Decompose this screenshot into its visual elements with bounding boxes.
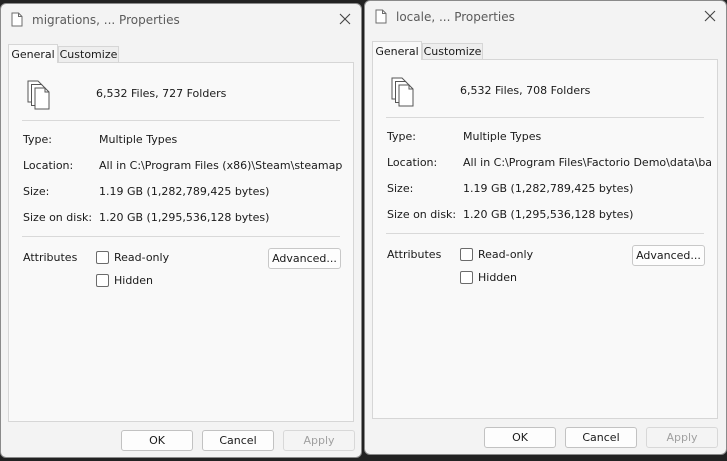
location-label: Location:: [23, 159, 74, 172]
separator: [22, 120, 340, 121]
size-on-disk-label: Size on disk:: [23, 211, 93, 224]
size-value: 1.19 GB (1,282,789,425 bytes): [463, 182, 634, 195]
document-icon: [11, 12, 23, 27]
checkbox-box[interactable]: [96, 274, 109, 287]
size-value: 1.19 GB (1,282,789,425 bytes): [99, 185, 270, 198]
tab-general[interactable]: General: [372, 41, 422, 60]
cancel-button[interactable]: Cancel: [202, 430, 274, 451]
separator: [22, 236, 340, 237]
title-bar[interactable]: locale, ... Properties: [365, 1, 726, 33]
general-panel: 6,532 Files, 708 Folders Type: Multiple …: [372, 59, 718, 419]
close-icon[interactable]: [702, 8, 718, 24]
separator: [386, 233, 704, 234]
read-only-label: Read-only: [114, 251, 170, 264]
hidden-checkbox[interactable]: Hidden: [460, 271, 517, 284]
files-summary: 6,532 Files, 708 Folders: [460, 84, 591, 97]
apply-button[interactable]: Apply: [283, 430, 355, 451]
attributes-label: Attributes: [387, 248, 442, 261]
type-label: Type:: [23, 133, 52, 146]
read-only-label: Read-only: [478, 248, 534, 261]
window-title: locale, ... Properties: [396, 10, 515, 24]
properties-window-migrations: migrations, ... Properties General Custo…: [0, 3, 362, 458]
location-value: All in C:\Program Files\Factorio Demo\da…: [463, 156, 711, 169]
hidden-checkbox[interactable]: Hidden: [96, 274, 153, 287]
hidden-label: Hidden: [114, 274, 154, 287]
type-value: Multiple Types: [99, 133, 178, 146]
attributes-label: Attributes: [23, 251, 78, 264]
apply-button[interactable]: Apply: [646, 427, 718, 448]
window-title: migrations, ... Properties: [32, 13, 180, 27]
close-icon[interactable]: [337, 11, 353, 27]
size-label: Size:: [387, 182, 414, 195]
type-label: Type:: [387, 130, 416, 143]
ok-button[interactable]: OK: [121, 430, 193, 451]
files-summary: 6,532 Files, 727 Folders: [96, 87, 227, 100]
read-only-checkbox[interactable]: Read-only: [460, 248, 533, 261]
read-only-checkbox[interactable]: Read-only: [96, 251, 169, 264]
tab-customize[interactable]: Customize: [58, 46, 119, 63]
document-icon: [375, 9, 387, 24]
hidden-label: Hidden: [478, 271, 518, 284]
checkbox-box[interactable]: [460, 271, 473, 284]
type-value: Multiple Types: [463, 130, 542, 143]
advanced-button[interactable]: Advanced...: [268, 248, 341, 269]
properties-window-locale: locale, ... Properties General Customize…: [364, 0, 727, 455]
cancel-button[interactable]: Cancel: [565, 427, 637, 448]
checkbox-box[interactable]: [460, 248, 473, 261]
checkbox-box[interactable]: [96, 251, 109, 264]
location-value: All in C:\Program Files (x86)\Steam\stea…: [99, 159, 342, 172]
ok-button[interactable]: OK: [484, 427, 556, 448]
advanced-button[interactable]: Advanced...: [632, 245, 705, 266]
general-panel: 6,532 Files, 727 Folders Type: Multiple …: [8, 62, 354, 422]
size-on-disk-value: 1.20 GB (1,295,536,128 bytes): [99, 211, 270, 224]
multiple-files-icon: [391, 77, 414, 107]
size-on-disk-value: 1.20 GB (1,295,536,128 bytes): [463, 208, 634, 221]
separator: [386, 117, 704, 118]
tab-customize[interactable]: Customize: [422, 43, 483, 60]
multiple-files-icon: [27, 80, 50, 110]
title-bar[interactable]: migrations, ... Properties: [1, 4, 361, 36]
tab-general[interactable]: General: [8, 44, 58, 63]
size-label: Size:: [23, 185, 50, 198]
location-label: Location:: [387, 156, 438, 169]
size-on-disk-label: Size on disk:: [387, 208, 457, 221]
